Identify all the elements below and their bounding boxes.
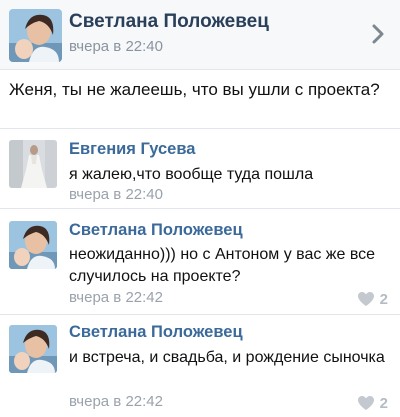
comment-timestamp: вчера в 22:40 [69,186,163,203]
comment-item: Светлана Положевец неожиданно))) но с Ан… [0,209,400,313]
chevron-right-icon[interactable] [368,22,388,46]
comment-text: неожиданно))) но с Антоном у вас же все … [69,246,376,285]
avatar[interactable] [9,140,57,188]
comment-text: я жалею,что вообще туда пошла [69,166,314,183]
heart-icon [357,292,374,306]
comment-timestamp: вчера в 22:42 [69,393,163,410]
comment-author-name[interactable]: Евгения Гусева [69,140,195,159]
post-text: Женя, ты не жалеешь, что вы ушли с проек… [9,80,380,99]
like-count: 2 [379,290,388,308]
comment-text: и встреча, и свадьба, и рождение сыночка [69,349,385,366]
comment-author-name[interactable]: Светлана Положевец [69,323,243,342]
post-author-name[interactable]: Светлана Положевец [69,11,269,33]
comment-author-name[interactable]: Светлана Положевец [69,221,243,240]
comment-item: Светлана Положевец и встреча, и свадьба,… [0,315,400,417]
avatar[interactable] [9,9,62,62]
post-timestamp: вчера в 22:40 [69,38,163,55]
post-header: Светлана Положевец вчера в 22:40 [0,0,400,70]
heart-icon [357,396,374,410]
avatar[interactable] [9,221,57,269]
comment-item: Евгения Гусева я жалею,что вообще туда п… [0,129,400,204]
like-button[interactable]: 2 [357,393,388,413]
avatar[interactable] [9,325,57,373]
comment-timestamp: вчера в 22:42 [69,289,163,306]
like-button[interactable]: 2 [357,289,388,309]
like-count: 2 [379,394,388,412]
